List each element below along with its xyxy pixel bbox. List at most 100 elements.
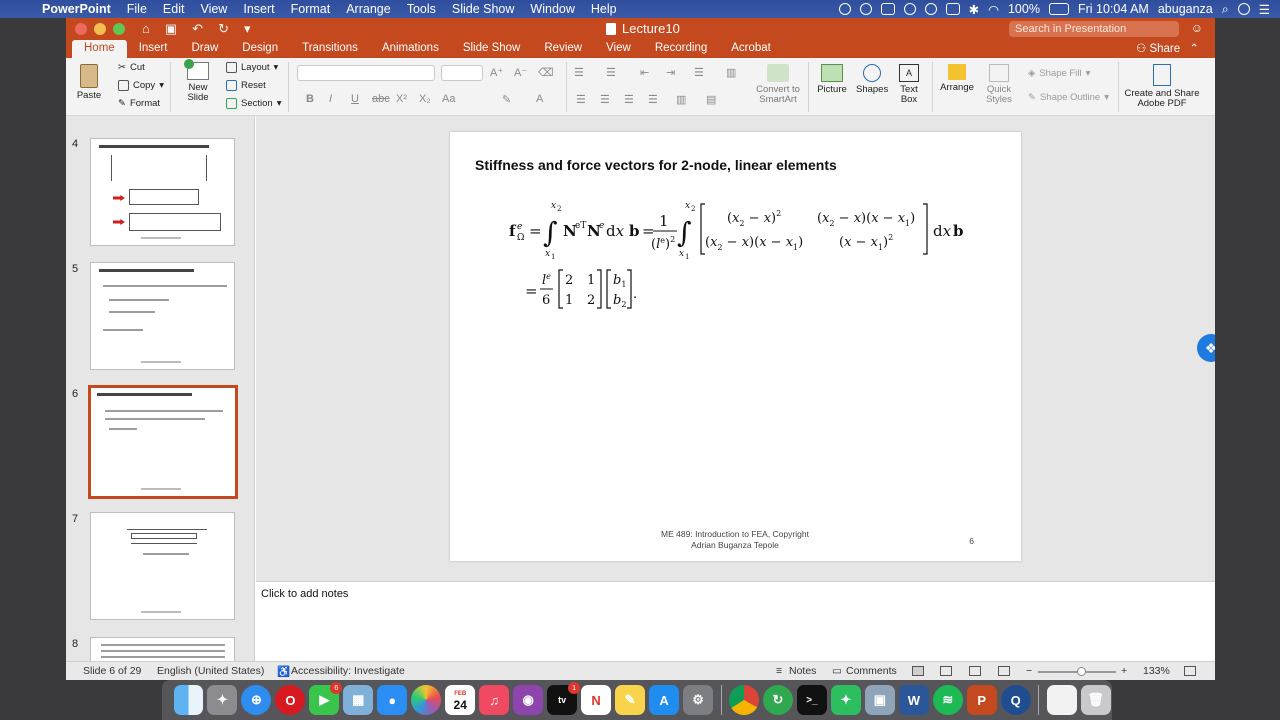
collapse-ribbon-icon[interactable]: ⌃ <box>1189 43 1199 55</box>
zoom-window-button[interactable] <box>113 23 125 35</box>
shape-outline-dropdown-icon[interactable]: ▾ <box>1104 92 1109 103</box>
menu-slide-show[interactable]: Slide Show <box>444 2 523 16</box>
facetime-icon[interactable]: ▶ 6 <box>309 682 343 715</box>
tab-home[interactable]: Home <box>72 40 127 58</box>
customize-toolbar-icon[interactable]: ▾ <box>244 21 251 37</box>
comments-icon[interactable]: ▭ <box>832 665 842 677</box>
shape-fill-dropdown-icon[interactable]: ▾ <box>1086 68 1091 79</box>
slide-thumbnail[interactable] <box>90 138 235 246</box>
status-circle-icon[interactable] <box>838 3 851 15</box>
highlight-color-icon[interactable]: ✎ <box>502 93 511 106</box>
layout-button[interactable]: Layout ▾ <box>226 62 278 73</box>
launchpad-icon[interactable]: ✦ <box>207 685 238 715</box>
notes-pane[interactable]: Click to add notes <box>256 581 1215 661</box>
menu-insert[interactable]: Insert <box>235 2 282 16</box>
shape-outline-button[interactable]: ✎ Shape Outline ▾ <box>1028 92 1109 103</box>
slide-title[interactable]: Stiffness and force vectors for 2-node, … <box>475 157 837 173</box>
slide-canvas[interactable]: Stiffness and force vectors for 2-node, … <box>256 116 1215 581</box>
vpn-icon[interactable] <box>859 3 872 15</box>
search-in-presentation-input[interactable]: Search in Presentation <box>1009 21 1179 37</box>
copy-button[interactable]: Copy ▾ <box>118 80 164 91</box>
tab-view[interactable]: View <box>594 40 643 58</box>
notification-center-icon[interactable]: ☰ <box>1259 2 1270 17</box>
notes-toggle[interactable]: Notes <box>789 665 816 677</box>
sync-icon[interactable] <box>924 3 937 15</box>
news-icon[interactable]: N <box>581 685 612 715</box>
minimize-window-button[interactable] <box>94 23 106 35</box>
line-spacing-icon[interactable]: ☰ <box>694 66 704 79</box>
shape-fill-button[interactable]: ◈ Shape Fill ▾ <box>1028 68 1090 79</box>
siri-icon[interactable] <box>1237 3 1250 15</box>
finder-icon[interactable] <box>173 685 204 715</box>
display-icon[interactable] <box>945 3 960 15</box>
columns-icon[interactable]: ▥ <box>726 66 736 79</box>
increase-font-size-icon[interactable]: A⁺ <box>490 66 503 79</box>
font-name-combo[interactable] <box>297 65 435 81</box>
section-dropdown-icon[interactable]: ▾ <box>277 98 282 109</box>
fit-to-window-icon[interactable] <box>1184 666 1196 676</box>
menu-window[interactable]: Window <box>522 2 582 16</box>
redo-icon[interactable]: ↻ <box>218 21 229 37</box>
save-icon[interactable]: ▣ <box>165 21 177 37</box>
menu-edit[interactable]: Edit <box>155 2 193 16</box>
menu-app-name[interactable]: PowerPoint <box>34 2 119 16</box>
format-painter-button[interactable]: ✎ Format <box>118 98 160 109</box>
share-button[interactable]: ⚇ Share ⌃ <box>1136 41 1199 58</box>
notes-icon[interactable]: ≡ <box>776 665 782 677</box>
numbering-icon[interactable]: ☰ <box>606 66 616 79</box>
undo-icon[interactable]: ↶ <box>192 21 203 37</box>
bullets-icon[interactable]: ☰ <box>574 66 584 79</box>
menu-file[interactable]: File <box>119 2 155 16</box>
menubar-user[interactable]: abuganza <box>1158 2 1213 16</box>
zoom-out-icon[interactable]: − <box>1026 665 1032 677</box>
force-vector-equation[interactable]: f e Ω = ∫ x 2 x 1 N eT N e dx b = 1 (le)… <box>505 198 975 318</box>
increase-indent-icon[interactable]: ⇥ <box>666 66 675 79</box>
wifi-icon[interactable]: ◠ <box>988 2 999 17</box>
arrange-button[interactable]: Arrange <box>940 64 974 93</box>
preview-icon[interactable]: ▦ <box>343 685 374 715</box>
slide-thumbnail[interactable] <box>90 512 235 620</box>
image-capture-icon[interactable]: ▣ <box>864 685 895 715</box>
copy-dropdown-icon[interactable]: ▾ <box>159 80 164 91</box>
notes-placeholder[interactable]: Click to add notes <box>261 588 348 600</box>
reset-button[interactable]: Reset <box>226 80 266 91</box>
evernote-icon[interactable]: ✦ <box>830 685 861 715</box>
opera-icon[interactable]: O <box>275 685 306 715</box>
convert-to-smartart-button[interactable]: Convert to SmartArt <box>754 64 802 105</box>
slide-footer[interactable]: ME 489: Introduction to FEA, Copyright A… <box>650 529 820 551</box>
section-button[interactable]: Section ▾ <box>226 98 281 109</box>
tab-slide-show[interactable]: Slide Show <box>451 40 533 58</box>
superscript-icon[interactable]: X² <box>396 93 407 105</box>
picture-button[interactable]: Picture <box>816 64 848 95</box>
battery-icon[interactable] <box>1048 3 1069 15</box>
notes-app-icon[interactable]: ✎ <box>615 685 646 715</box>
system-preferences-icon[interactable]: ⚙ <box>683 685 713 715</box>
creative-cloud-icon[interactable] <box>903 3 916 15</box>
spotify-icon[interactable]: ≋ <box>932 685 963 715</box>
photos-icon[interactable] <box>411 685 442 715</box>
tab-transitions[interactable]: Transitions <box>290 40 370 58</box>
tab-acrobat[interactable]: Acrobat <box>719 40 783 58</box>
create-adobe-pdf-button[interactable]: Create and Share Adobe PDF <box>1124 64 1200 109</box>
tab-design[interactable]: Design <box>230 40 290 58</box>
feedback-smiley-icon[interactable]: ☺ <box>1191 21 1203 35</box>
slide-sorter-icon[interactable] <box>940 666 952 676</box>
underline-icon[interactable]: U <box>351 93 359 105</box>
document-stack-icon[interactable] <box>1046 685 1077 715</box>
strikethrough-icon[interactable]: abc <box>372 93 390 105</box>
menu-format[interactable]: Format <box>283 2 339 16</box>
reading-view-icon[interactable] <box>969 666 981 676</box>
decrease-font-size-icon[interactable]: A⁻ <box>514 66 527 79</box>
quick-styles-button[interactable]: Quick Styles <box>984 64 1014 105</box>
slide-thumbnails-pane[interactable]: 4 5 6 7 8 <box>66 116 255 661</box>
paste-button[interactable]: Paste <box>76 64 102 101</box>
music-icon[interactable]: ♫ <box>479 685 510 715</box>
tab-insert[interactable]: Insert <box>127 40 180 58</box>
slide-thumbnail[interactable] <box>90 637 235 661</box>
subscript-icon[interactable]: X₂ <box>419 93 431 105</box>
bold-icon[interactable]: B <box>306 93 314 105</box>
decrease-indent-icon[interactable]: ⇤ <box>640 66 649 79</box>
safari-icon[interactable]: ⊕ <box>241 685 272 715</box>
terminal-icon[interactable]: >_ <box>796 685 827 715</box>
tab-recording[interactable]: Recording <box>643 40 719 58</box>
